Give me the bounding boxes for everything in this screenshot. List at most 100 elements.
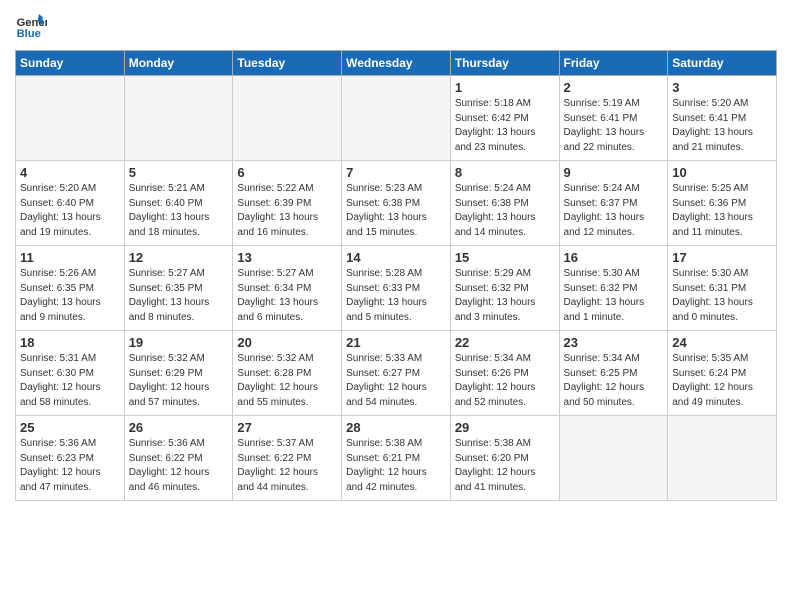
calendar-cell: 25 Sunrise: 5:36 AM Sunset: 6:23 PM Dayli… [16, 416, 125, 501]
day-detail: Sunrise: 5:32 AM Sunset: 6:29 PM Dayligh… [129, 352, 229, 410]
day-detail: Sunrise: 5:37 AM Sunset: 6:22 PM Dayligh… [237, 437, 337, 495]
day-number: 19 [129, 335, 229, 350]
calendar-body: 1Sunrise: 5:18 AM Sunset: 6:42 PM Daylig… [16, 76, 777, 501]
calendar-cell: 22 Sunrise: 5:34 AM Sunset: 6:26 PM Dayli… [450, 331, 559, 416]
day-detail: Sunrise: 5:21 AM Sunset: 6:40 PM Dayligh… [129, 182, 229, 240]
day-detail: Sunrise: 5:31 AM Sunset: 6:30 PM Dayligh… [20, 352, 120, 410]
calendar-day-header: Tuesday [233, 51, 342, 76]
calendar-cell: 9Sunrise: 5:24 AM Sunset: 6:37 PM Daylig… [559, 161, 668, 246]
calendar-cell [559, 416, 668, 501]
day-number: 26 [129, 420, 229, 435]
day-number: 11 [20, 250, 120, 265]
day-number: 6 [237, 165, 337, 180]
calendar-cell: 16 Sunrise: 5:30 AM Sunset: 6:32 PM Dayli… [559, 246, 668, 331]
calendar-cell [342, 76, 451, 161]
calendar-cell [124, 76, 233, 161]
day-number: 21 [346, 335, 446, 350]
day-number: 5 [129, 165, 229, 180]
calendar-cell: 10 Sunrise: 5:25 AM Sunset: 6:36 PM Dayli… [668, 161, 777, 246]
day-number: 23 [564, 335, 664, 350]
day-detail: Sunrise: 5:25 AM Sunset: 6:36 PM Dayligh… [672, 182, 772, 240]
calendar-cell: 20Sunrise: 5:32 AM Sunset: 6:28 PM Dayli… [233, 331, 342, 416]
calendar-week-row: 4Sunrise: 5:20 AM Sunset: 6:40 PM Daylig… [16, 161, 777, 246]
day-number: 25 [20, 420, 120, 435]
calendar-cell: 13 Sunrise: 5:27 AM Sunset: 6:34 PM Dayli… [233, 246, 342, 331]
calendar-cell: 5 Sunrise: 5:21 AM Sunset: 6:40 PM Daylig… [124, 161, 233, 246]
day-number: 4 [20, 165, 120, 180]
calendar-cell [16, 76, 125, 161]
calendar-week-row: 1Sunrise: 5:18 AM Sunset: 6:42 PM Daylig… [16, 76, 777, 161]
calendar-day-header: Saturday [668, 51, 777, 76]
day-detail: Sunrise: 5:36 AM Sunset: 6:22 PM Dayligh… [129, 437, 229, 495]
calendar-cell: 7 Sunrise: 5:23 AM Sunset: 6:38 PM Daylig… [342, 161, 451, 246]
day-detail: Sunrise: 5:20 AM Sunset: 6:41 PM Dayligh… [672, 97, 772, 155]
day-number: 24 [672, 335, 772, 350]
day-number: 17 [672, 250, 772, 265]
day-detail: Sunrise: 5:38 AM Sunset: 6:21 PM Dayligh… [346, 437, 446, 495]
day-detail: Sunrise: 5:26 AM Sunset: 6:35 PM Dayligh… [20, 267, 120, 325]
day-number: 18 [20, 335, 120, 350]
logo-icon: General Blue [15, 10, 47, 42]
day-detail: Sunrise: 5:23 AM Sunset: 6:38 PM Dayligh… [346, 182, 446, 240]
day-number: 9 [564, 165, 664, 180]
day-detail: Sunrise: 5:30 AM Sunset: 6:32 PM Dayligh… [564, 267, 664, 325]
calendar-cell: 6Sunrise: 5:22 AM Sunset: 6:39 PM Daylig… [233, 161, 342, 246]
page-header: General Blue [15, 10, 777, 42]
day-number: 2 [564, 80, 664, 95]
calendar-cell: 1Sunrise: 5:18 AM Sunset: 6:42 PM Daylig… [450, 76, 559, 161]
calendar-cell: 8 Sunrise: 5:24 AM Sunset: 6:38 PM Daylig… [450, 161, 559, 246]
day-detail: Sunrise: 5:18 AM Sunset: 6:42 PM Dayligh… [455, 97, 555, 155]
calendar-cell: 2 Sunrise: 5:19 AM Sunset: 6:41 PM Daylig… [559, 76, 668, 161]
day-number: 15 [455, 250, 555, 265]
day-detail: Sunrise: 5:34 AM Sunset: 6:26 PM Dayligh… [455, 352, 555, 410]
day-detail: Sunrise: 5:29 AM Sunset: 6:32 PM Dayligh… [455, 267, 555, 325]
calendar-cell: 11 Sunrise: 5:26 AM Sunset: 6:35 PM Dayli… [16, 246, 125, 331]
day-number: 28 [346, 420, 446, 435]
day-number: 27 [237, 420, 337, 435]
calendar-header-row: SundayMondayTuesdayWednesdayThursdayFrid… [16, 51, 777, 76]
calendar-week-row: 18 Sunrise: 5:31 AM Sunset: 6:30 PM Dayli… [16, 331, 777, 416]
day-number: 10 [672, 165, 772, 180]
day-number: 3 [672, 80, 772, 95]
day-number: 13 [237, 250, 337, 265]
calendar-cell: 29 Sunrise: 5:38 AM Sunset: 6:20 PM Dayli… [450, 416, 559, 501]
calendar-day-header: Friday [559, 51, 668, 76]
day-detail: Sunrise: 5:27 AM Sunset: 6:34 PM Dayligh… [237, 267, 337, 325]
day-detail: Sunrise: 5:34 AM Sunset: 6:25 PM Dayligh… [564, 352, 664, 410]
calendar-week-row: 25 Sunrise: 5:36 AM Sunset: 6:23 PM Dayli… [16, 416, 777, 501]
calendar-day-header: Sunday [16, 51, 125, 76]
calendar-cell: 26 Sunrise: 5:36 AM Sunset: 6:22 PM Dayli… [124, 416, 233, 501]
calendar-week-row: 11 Sunrise: 5:26 AM Sunset: 6:35 PM Dayli… [16, 246, 777, 331]
day-detail: Sunrise: 5:30 AM Sunset: 6:31 PM Dayligh… [672, 267, 772, 325]
day-detail: Sunrise: 5:35 AM Sunset: 6:24 PM Dayligh… [672, 352, 772, 410]
day-number: 22 [455, 335, 555, 350]
calendar-cell: 27 Sunrise: 5:37 AM Sunset: 6:22 PM Dayli… [233, 416, 342, 501]
calendar-cell: 12 Sunrise: 5:27 AM Sunset: 6:35 PM Dayli… [124, 246, 233, 331]
calendar-cell: 24 Sunrise: 5:35 AM Sunset: 6:24 PM Dayli… [668, 331, 777, 416]
day-number: 7 [346, 165, 446, 180]
calendar-cell: 28 Sunrise: 5:38 AM Sunset: 6:21 PM Dayli… [342, 416, 451, 501]
calendar-cell: 21Sunrise: 5:33 AM Sunset: 6:27 PM Dayli… [342, 331, 451, 416]
day-detail: Sunrise: 5:24 AM Sunset: 6:38 PM Dayligh… [455, 182, 555, 240]
day-detail: Sunrise: 5:36 AM Sunset: 6:23 PM Dayligh… [20, 437, 120, 495]
day-detail: Sunrise: 5:28 AM Sunset: 6:33 PM Dayligh… [346, 267, 446, 325]
day-number: 16 [564, 250, 664, 265]
calendar-cell [668, 416, 777, 501]
calendar-table: SundayMondayTuesdayWednesdayThursdayFrid… [15, 50, 777, 501]
calendar-cell: 15 Sunrise: 5:29 AM Sunset: 6:32 PM Dayli… [450, 246, 559, 331]
svg-text:Blue: Blue [17, 28, 41, 40]
day-number: 14 [346, 250, 446, 265]
day-detail: Sunrise: 5:27 AM Sunset: 6:35 PM Dayligh… [129, 267, 229, 325]
calendar-cell: 18 Sunrise: 5:31 AM Sunset: 6:30 PM Dayli… [16, 331, 125, 416]
day-detail: Sunrise: 5:32 AM Sunset: 6:28 PM Dayligh… [237, 352, 337, 410]
day-number: 29 [455, 420, 555, 435]
calendar-cell: 4Sunrise: 5:20 AM Sunset: 6:40 PM Daylig… [16, 161, 125, 246]
day-number: 8 [455, 165, 555, 180]
day-detail: Sunrise: 5:19 AM Sunset: 6:41 PM Dayligh… [564, 97, 664, 155]
calendar-cell: 3 Sunrise: 5:20 AM Sunset: 6:41 PM Daylig… [668, 76, 777, 161]
calendar-day-header: Monday [124, 51, 233, 76]
day-detail: Sunrise: 5:38 AM Sunset: 6:20 PM Dayligh… [455, 437, 555, 495]
logo: General Blue [15, 10, 51, 42]
calendar-cell: 17 Sunrise: 5:30 AM Sunset: 6:31 PM Dayli… [668, 246, 777, 331]
day-number: 12 [129, 250, 229, 265]
